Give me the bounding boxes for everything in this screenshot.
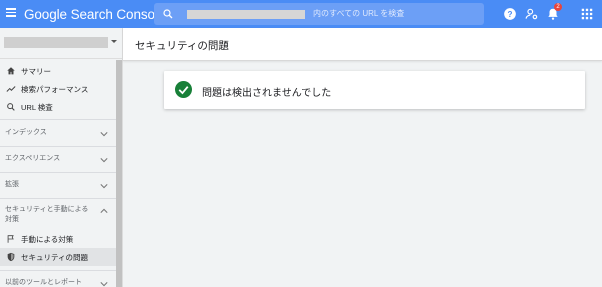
- section-label-line2: 対策: [5, 216, 19, 223]
- notification-badge: 2: [554, 3, 562, 11]
- trending-icon: [6, 86, 16, 92]
- url-inspection-search[interactable]: 内のすべての URL を検査: [154, 3, 484, 25]
- section-label: 以前のツールとレポート: [5, 279, 82, 286]
- redacted-property-url: [187, 10, 305, 19]
- flag-icon: [7, 235, 14, 243]
- check-circle-icon: [175, 81, 192, 98]
- section-experience[interactable]: エクスペリエンス: [0, 147, 116, 171]
- apps-grid-icon[interactable]: [580, 7, 594, 21]
- chevron-up-icon: [100, 208, 108, 213]
- search-placeholder: 内のすべての URL を検査: [313, 9, 405, 18]
- search-icon: [7, 103, 15, 111]
- section-security-manual-actions[interactable]: セキュリティと手動による 対策: [0, 200, 116, 230]
- account-settings-icon[interactable]: [525, 7, 539, 21]
- sidebar-item-summary[interactable]: サマリー: [0, 62, 116, 80]
- sidebar-item-security-issues[interactable]: セキュリティの問題: [0, 248, 116, 266]
- svg-text:?: ?: [508, 10, 513, 19]
- section-index[interactable]: インデックス: [0, 121, 116, 145]
- shield-icon: [7, 252, 15, 262]
- chevron-down-icon: [100, 184, 108, 189]
- sidebar-item-url-inspection[interactable]: URL 検査: [0, 98, 116, 116]
- divider: [0, 58, 122, 59]
- sidebar-item-manual-actions[interactable]: 手動による対策: [0, 230, 116, 248]
- section-enhancements[interactable]: 拡張: [0, 173, 116, 197]
- sidebar: サマリー 検索パフォーマンス URL 検査 インデックス エクスペリエンス 拡張…: [0, 28, 123, 287]
- section-legacy-tools[interactable]: 以前のツールとレポート: [0, 272, 116, 287]
- main-content: セキュリティの問題 問題は検出されませんでした: [123, 28, 602, 287]
- chevron-down-icon: [100, 132, 108, 137]
- chevron-down-icon[interactable]: [111, 40, 117, 43]
- status-card: 問題は検出されませんでした: [164, 71, 585, 109]
- sidebar-item-label: セキュリティの問題: [21, 253, 89, 262]
- divider: [0, 270, 116, 271]
- divider: [0, 119, 116, 120]
- home-icon: [7, 67, 15, 75]
- sidebar-item-label: 検索パフォーマンス: [21, 85, 89, 94]
- help-icon[interactable]: ?: [503, 7, 517, 21]
- section-label: エクスペリエンス: [5, 155, 61, 162]
- menu-icon[interactable]: [6, 8, 16, 17]
- divider: [0, 198, 116, 199]
- app-title[interactable]: Google Search Console: [24, 7, 165, 22]
- sidebar-item-performance[interactable]: 検索パフォーマンス: [0, 80, 116, 98]
- sidebar-item-label: URL 検査: [21, 103, 53, 112]
- property-selector[interactable]: [4, 37, 108, 48]
- chevron-down-icon: [100, 282, 108, 287]
- page-header: セキュリティの問題: [123, 28, 602, 61]
- top-app-bar: Google Search Console 内のすべての URL を検査 ? 2: [0, 0, 602, 28]
- search-icon: [163, 9, 173, 19]
- section-label: セキュリティと手動による: [5, 206, 89, 213]
- section-label: インデックス: [5, 129, 47, 136]
- status-message: 問題は検出されませんでした: [202, 88, 332, 99]
- sidebar-item-label: 手動による対策: [21, 235, 74, 244]
- chevron-down-icon: [100, 158, 108, 163]
- section-label: 拡張: [5, 181, 19, 188]
- sidebar-item-label: サマリー: [21, 67, 51, 76]
- sidebar-scrollbar[interactable]: [116, 60, 122, 287]
- page-title: セキュリティの問題: [135, 40, 229, 52]
